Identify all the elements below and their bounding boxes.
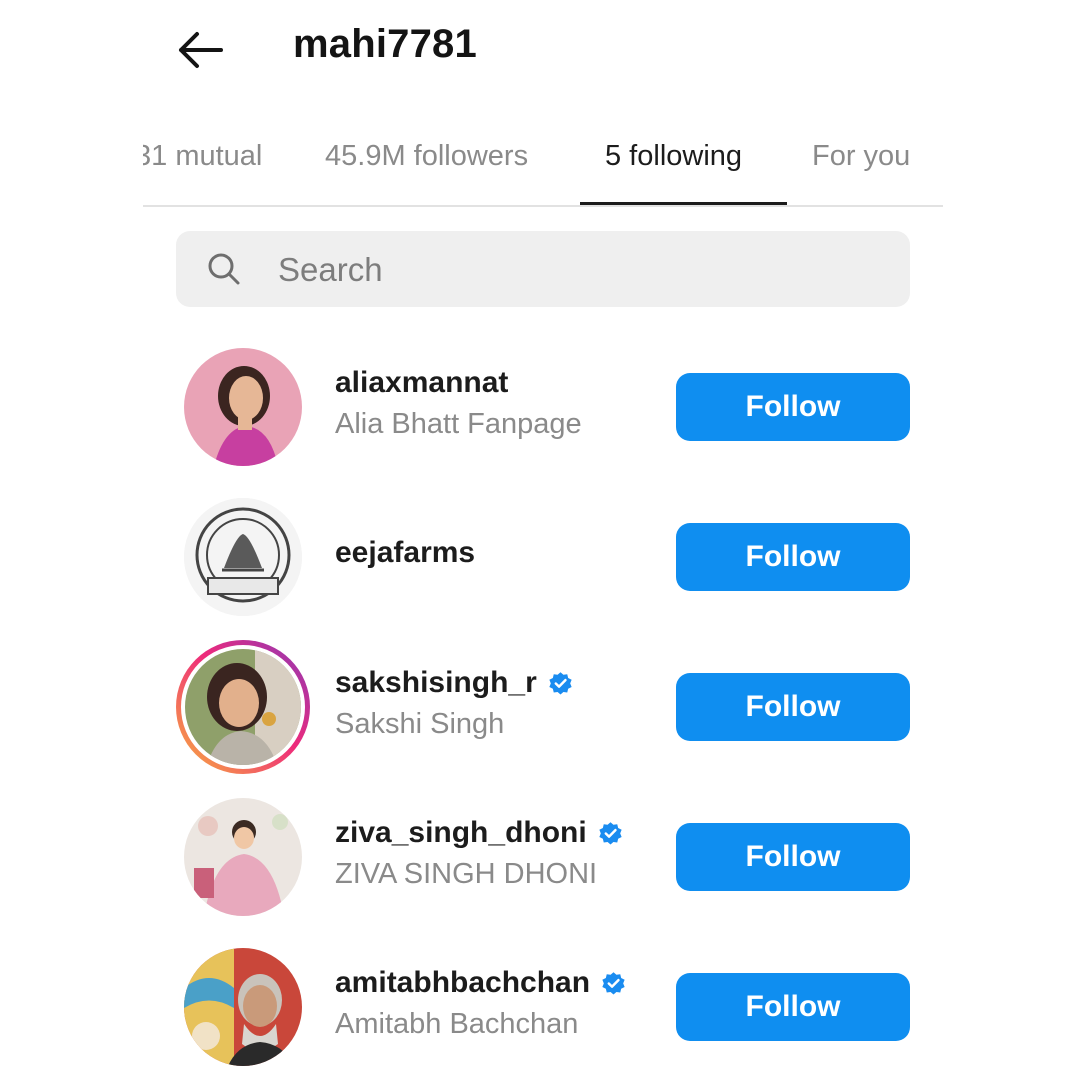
- search-bar[interactable]: [176, 231, 910, 309]
- full-name: ZIVA SINGH DHONI: [335, 858, 598, 890]
- username[interactable]: sakshisingh_r: [335, 666, 537, 700]
- follow-button[interactable]: Follow: [676, 973, 910, 1041]
- full-name: Amitabh Bachchan: [335, 1008, 579, 1040]
- tab-following[interactable]: 5 following: [605, 140, 742, 173]
- full-name: Sakshi Singh: [335, 708, 505, 740]
- follow-button[interactable]: Follow: [676, 523, 910, 591]
- account-row[interactable]: eejafarms Follow: [0, 492, 1087, 622]
- username[interactable]: eejafarms: [335, 536, 475, 570]
- top-bar: mahi7781: [0, 0, 1087, 110]
- follow-button[interactable]: Follow: [676, 673, 910, 741]
- back-button[interactable]: [172, 26, 228, 74]
- full-name: Alia Bhatt Fanpage: [335, 408, 582, 440]
- username-line: sakshisingh_r: [335, 666, 574, 700]
- verified-badge-icon: [599, 821, 622, 845]
- username-line: amitabhbachchan: [335, 966, 627, 1000]
- avatar-with-story-ring[interactable]: [176, 640, 310, 774]
- tab-followers[interactable]: 45.9M followers: [325, 140, 528, 173]
- profile-username-title: mahi7781: [293, 22, 477, 66]
- arrow-left-icon: [179, 32, 223, 68]
- tab-divider: [143, 205, 943, 207]
- account-row[interactable]: ziva_singh_dhoni ZIVA SINGH DHONI Follow: [0, 792, 1087, 922]
- username-line: ziva_singh_dhoni: [335, 816, 624, 850]
- search-icon: [208, 253, 240, 285]
- follow-button[interactable]: Follow: [676, 823, 910, 891]
- username[interactable]: ziva_singh_dhoni: [335, 816, 587, 850]
- username-line: aliaxmannat: [335, 366, 508, 400]
- tab-bar: 31 mutual 45.9M followers 5 following Fo…: [143, 128, 943, 208]
- avatar[interactable]: [184, 948, 302, 1066]
- username[interactable]: amitabhbachchan: [335, 966, 590, 1000]
- verified-badge-icon: [549, 671, 572, 695]
- verified-badge-icon: [602, 971, 625, 995]
- username[interactable]: aliaxmannat: [335, 366, 508, 400]
- avatar[interactable]: [184, 798, 302, 916]
- avatar[interactable]: [184, 348, 302, 466]
- tab-mutual[interactable]: 31 mutual: [143, 140, 262, 173]
- avatar[interactable]: [184, 498, 302, 616]
- account-row[interactable]: sakshisingh_r Sakshi Singh Follow: [0, 640, 1087, 774]
- account-row[interactable]: amitabhbachchan Amitabh Bachchan Follow: [0, 942, 1087, 1072]
- search-input[interactable]: [276, 231, 880, 309]
- active-tab-indicator: [580, 202, 787, 205]
- account-row[interactable]: aliaxmannat Alia Bhatt Fanpage Follow: [0, 342, 1087, 472]
- username-line: eejafarms: [335, 536, 475, 570]
- follow-button[interactable]: Follow: [676, 373, 910, 441]
- tab-for-you[interactable]: For you: [812, 140, 910, 173]
